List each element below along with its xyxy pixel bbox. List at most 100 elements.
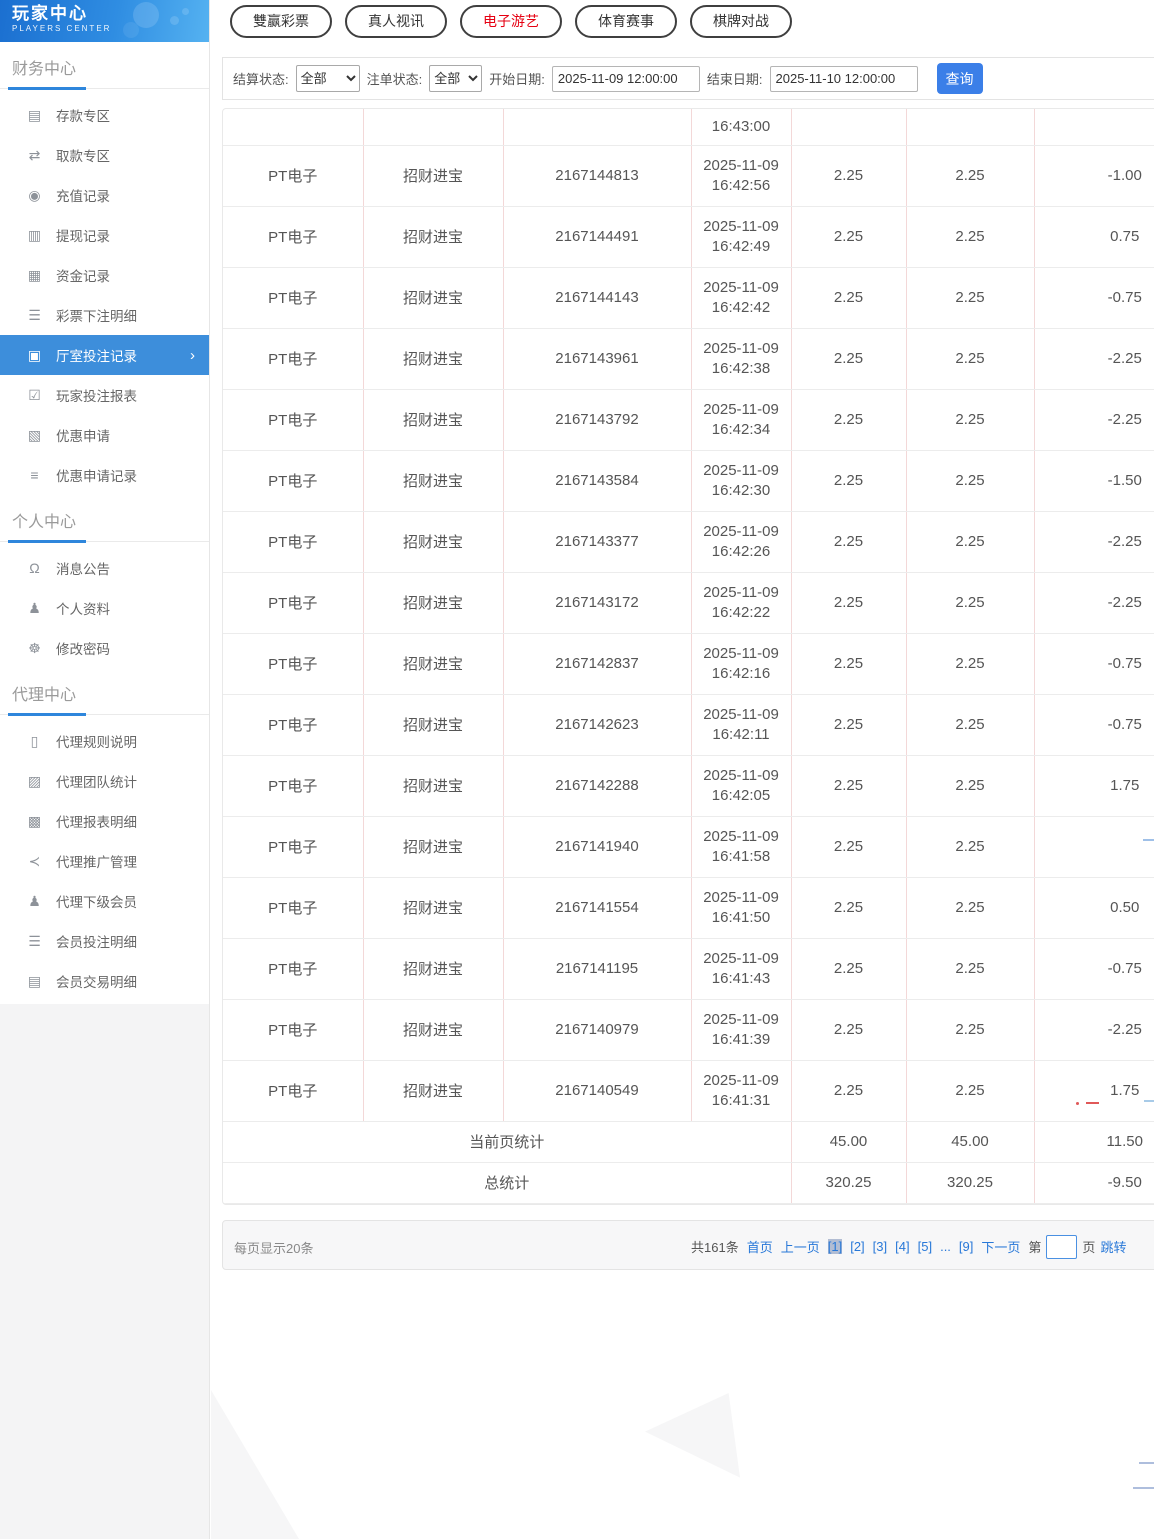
sidebar-item-label: 资金记录 [56,269,110,284]
sidebar-item[interactable]: ≺ 代理推广管理 [0,841,209,881]
datetime-cell: 2025-11-09 16:41:31 [691,1060,792,1122]
sidebar-item-label: 个人资料 [56,602,110,617]
bet-amount-cell: 2.25 [791,511,907,573]
sidebar-item[interactable]: ▨ 代理团队统计 [0,761,209,801]
page-number-links: [1] [2] [3] [4] [5] ... [9] [827,1239,973,1254]
watermark-triangle [645,1393,740,1478]
sidebar-item[interactable]: ♟ 个人资料 [0,588,209,628]
bet-amount-cell: 2.25 [791,145,907,207]
game-name-cell: 招财进宝 [363,1060,504,1122]
total-count: 共161条 [691,1240,739,1255]
game-category-tab[interactable]: 体育赛事 [575,5,677,38]
prev-page-link[interactable]: 上一页 [781,1237,820,1256]
query-button[interactable]: 查询 [936,63,983,94]
sidebar-item[interactable]: ▯ 代理规则说明 [0,721,209,761]
pagination-bar: 每页显示20条 共161条 首页 上一页 [1] [2] [3] [4] [5]… [222,1219,1154,1270]
sidebar-section-finance-title: 财务中心 [12,61,77,78]
table-row: PT电子 招财进宝 2167140979 2025-11-09 16:41:39… [223,999,1154,1061]
table-row: PT电子 招财进宝 2167144491 2025-11-09 16:42:49… [223,206,1154,268]
win-loss-cell: -1.50 [1034,450,1154,512]
sidebar-item[interactable]: ☰ 彩票下注明细 [0,295,209,335]
sidebar-item-label: 代理报表明细 [56,815,137,830]
sidebar-filler [0,1004,210,1539]
game-category-tab[interactable]: 雙赢彩票 [230,5,332,38]
sidebar-item-label: 代理规则说明 [56,735,137,750]
sidebar-item[interactable]: ▥ 提现记录 [0,215,209,255]
sidebar-section-agent-title: 代理中心 [12,687,77,704]
bet-amount-cell: 2.25 [791,633,907,695]
clipped-edge-dash [1143,839,1154,841]
order-status-select[interactable]: 全部 [429,65,483,92]
jump-button[interactable]: 跳转 [1100,1237,1126,1256]
sidebar-item[interactable]: ▣ 厅室投注记录 › [0,335,209,375]
page-jump-group: 第 页 跳转 [1028,1234,1126,1259]
sidebar-item[interactable]: ⇄ 取款专区 [0,135,209,175]
win-loss-cell: -2.25 [1034,389,1154,451]
page-number-link[interactable]: [2] [850,1239,864,1254]
next-page-link[interactable]: 下一页 [981,1237,1020,1256]
sidebar-item[interactable]: ♟ 代理下级会员 [0,881,209,921]
sidebar-item[interactable]: ▩ 代理报表明细 [0,801,209,841]
sidebar-item-label: 会员交易明细 [56,975,137,990]
order-number-cell: 2167142288 [503,755,692,817]
win-loss-cell: -0.75 [1034,938,1154,1000]
page-number-link[interactable]: [9] [959,1239,973,1254]
valid-bet-cell: 2.25 [906,145,1035,207]
sidebar-item[interactable]: ☰ 会员投注明细 [0,921,209,961]
sidebar-item[interactable]: ≡ 优惠申请记录 [0,455,209,495]
datetime-cell: 2025-11-09 16:42:34 [691,389,792,451]
order-number-cell: 2167143377 [503,511,692,573]
valid-bet-cell: 2.25 [906,389,1035,451]
sidebar-item[interactable]: ◉ 充值记录 [0,175,209,215]
game-name-cell: 招财进宝 [363,328,504,390]
settle-status-select[interactable]: 全部 [295,65,360,92]
page-number-link[interactable]: [3] [873,1239,887,1254]
start-date-input[interactable] [551,65,700,92]
game-type-cell: PT电子 [223,694,364,756]
watermark-triangle [211,1390,299,1539]
game-type-cell: PT电子 [223,999,364,1061]
page-jump-input[interactable] [1046,1234,1078,1259]
sidebar-item[interactable]: ▦ 资金记录 [0,255,209,295]
order-number-cell: 2167142837 [503,633,692,695]
page-number-link[interactable]: [1] [827,1239,843,1254]
sidebar-item[interactable]: ▤ 存款专区 [0,95,209,135]
game-name-cell: 招财进宝 [363,999,504,1061]
sidebar-item[interactable]: ☑ 玩家投注报表 [0,375,209,415]
game-category-tab[interactable]: 真人视讯 [345,5,447,38]
game-category-tab[interactable]: 棋牌对战 [690,5,792,38]
datetime-cell: 2025-11-09 16:42:30 [691,450,792,512]
jump-suffix-label: 页 [1082,1240,1096,1255]
funds-record-icon: ▦ [27,266,42,283]
members-icon: ♟ [28,892,41,909]
win-loss-cell: 1.75 [1034,755,1154,817]
order-number-cell: 2167144143 [503,267,692,329]
sidebar: 玩家中心 PLAYERS CENTER 财务中心 ▤ 存款专区 ⇄ 取款专区 ◉… [0,0,210,1004]
sidebar-item[interactable]: ☸ 修改密码 [0,628,209,668]
sidebar-item[interactable]: ▧ 优惠申请 [0,415,209,455]
page-number-link[interactable]: ... [940,1239,951,1254]
bet-amount-cell: 2.25 [791,572,907,634]
game-category-tab[interactable]: 电子游艺 [460,5,562,38]
table-row: PT电子 招财进宝 2167142623 2025-11-09 16:42:11… [223,694,1154,756]
win-loss-cell: 0.50 [1034,877,1154,939]
table-partial-body: 16:43:00 [223,109,1154,146]
sidebar-item[interactable]: Ω 消息公告 [0,548,209,588]
clipped-edge-dash [1133,1487,1154,1489]
page-number-link[interactable]: [5] [918,1239,932,1254]
bet-amount-cell: 2.25 [791,938,907,1000]
sidebar-item-label: 彩票下注明细 [56,309,137,324]
table-row: PT电子 招财进宝 2167140549 2025-11-09 16:41:31… [223,1060,1154,1122]
datetime-cell: 2025-11-09 16:42:42 [691,267,792,329]
game-name-cell: 招财进宝 [363,450,504,512]
summary-valid-cell: 320.25 [906,1162,1035,1204]
sidebar-item-label: 存款专区 [56,109,110,124]
sidebar-item[interactable]: ▤ 会员交易明细 [0,961,209,1001]
red-dot-mark [1076,1102,1079,1105]
page-number-link[interactable]: [4] [895,1239,909,1254]
table-row: PT电子 招财进宝 2167143584 2025-11-09 16:42:30… [223,450,1154,512]
first-page-link[interactable]: 首页 [747,1237,773,1256]
sidebar-item-label: 代理下级会员 [56,895,137,910]
end-date-input[interactable] [769,65,918,92]
datetime-cell: 2025-11-09 16:42:11 [691,694,792,756]
